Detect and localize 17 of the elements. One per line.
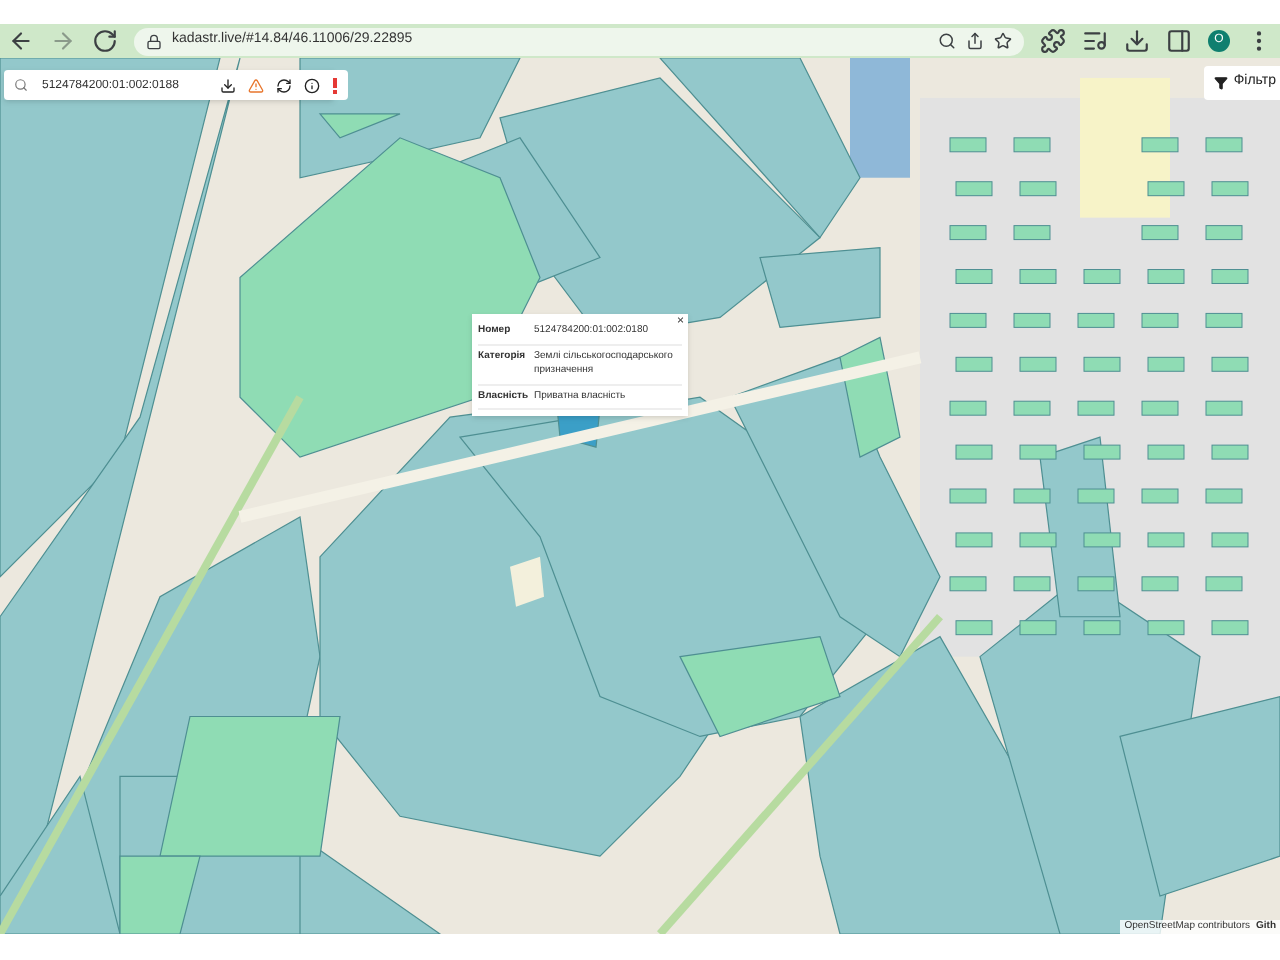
search-icon[interactable] xyxy=(938,32,956,50)
download-icon[interactable] xyxy=(220,77,236,93)
share-icon[interactable] xyxy=(966,32,984,50)
search-icon xyxy=(14,78,28,92)
star-icon[interactable] xyxy=(994,32,1012,50)
alert-icon[interactable] xyxy=(332,77,338,93)
warning-icon[interactable] xyxy=(248,77,264,93)
media-icon[interactable] xyxy=(1082,28,1108,54)
sidebar-icon[interactable] xyxy=(1166,28,1192,54)
reload-icon[interactable] xyxy=(92,28,118,54)
back-icon[interactable] xyxy=(8,28,34,54)
refresh-icon[interactable] xyxy=(276,77,292,93)
filter-icon xyxy=(1213,76,1228,90)
lock-icon xyxy=(146,33,162,49)
download-icon[interactable] xyxy=(1124,28,1150,54)
info-icon[interactable] xyxy=(304,77,320,93)
puzzle-icon[interactable] xyxy=(1040,28,1066,54)
